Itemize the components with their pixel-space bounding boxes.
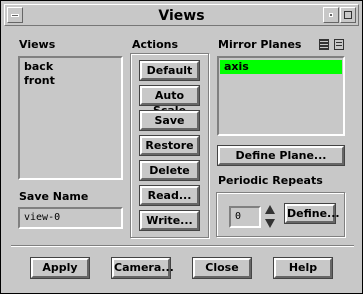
title-bar[interactable]: Views: [4, 4, 359, 26]
views-list[interactable]: back front: [18, 56, 123, 180]
delete-button[interactable]: Delete: [139, 160, 200, 181]
camera-button[interactable]: Camera...: [111, 257, 174, 279]
list-item-selected[interactable]: axis: [220, 60, 342, 74]
write-button[interactable]: Write...: [139, 210, 200, 231]
read-button[interactable]: Read...: [139, 185, 200, 206]
close-button[interactable]: Close: [192, 257, 252, 279]
window-title: Views: [158, 8, 205, 24]
views-label: Views: [19, 38, 56, 51]
periodic-repeats-field[interactable]: 0: [229, 206, 261, 228]
increment-arrow-icon[interactable]: [265, 205, 275, 214]
mirror-planes-label: Mirror Planes: [218, 38, 302, 51]
minimize-button[interactable]: [323, 7, 339, 23]
actions-label: Actions: [132, 38, 178, 51]
views-dialog: Views Views back front Save Name view-0 …: [0, 0, 363, 294]
save-name-field[interactable]: view-0: [18, 207, 123, 229]
default-button[interactable]: Default: [139, 60, 200, 81]
restore-button[interactable]: Restore: [139, 135, 200, 156]
save-name-label: Save Name: [19, 190, 89, 203]
auto-scale-button[interactable]: Auto Scale: [139, 85, 200, 117]
list-item[interactable]: back: [20, 60, 121, 74]
minimize-icon: [329, 13, 333, 17]
save-button[interactable]: Save: [139, 110, 200, 131]
help-button[interactable]: Help: [273, 257, 333, 279]
periodic-repeats-label: Periodic Repeats: [218, 174, 323, 187]
maximize-button[interactable]: [340, 7, 356, 23]
mirror-planes-list[interactable]: axis: [217, 56, 345, 136]
define-periodic-button[interactable]: Define...: [284, 203, 340, 224]
list-item[interactable]: front: [20, 74, 121, 88]
deselect-all-icon[interactable]: [334, 39, 344, 50]
separator: [11, 245, 354, 247]
apply-button[interactable]: Apply: [30, 257, 90, 279]
define-plane-button[interactable]: Define Plane...: [217, 145, 345, 166]
select-all-icon[interactable]: [319, 39, 329, 50]
decrement-arrow-icon[interactable]: [265, 219, 275, 228]
maximize-icon: [344, 11, 352, 19]
